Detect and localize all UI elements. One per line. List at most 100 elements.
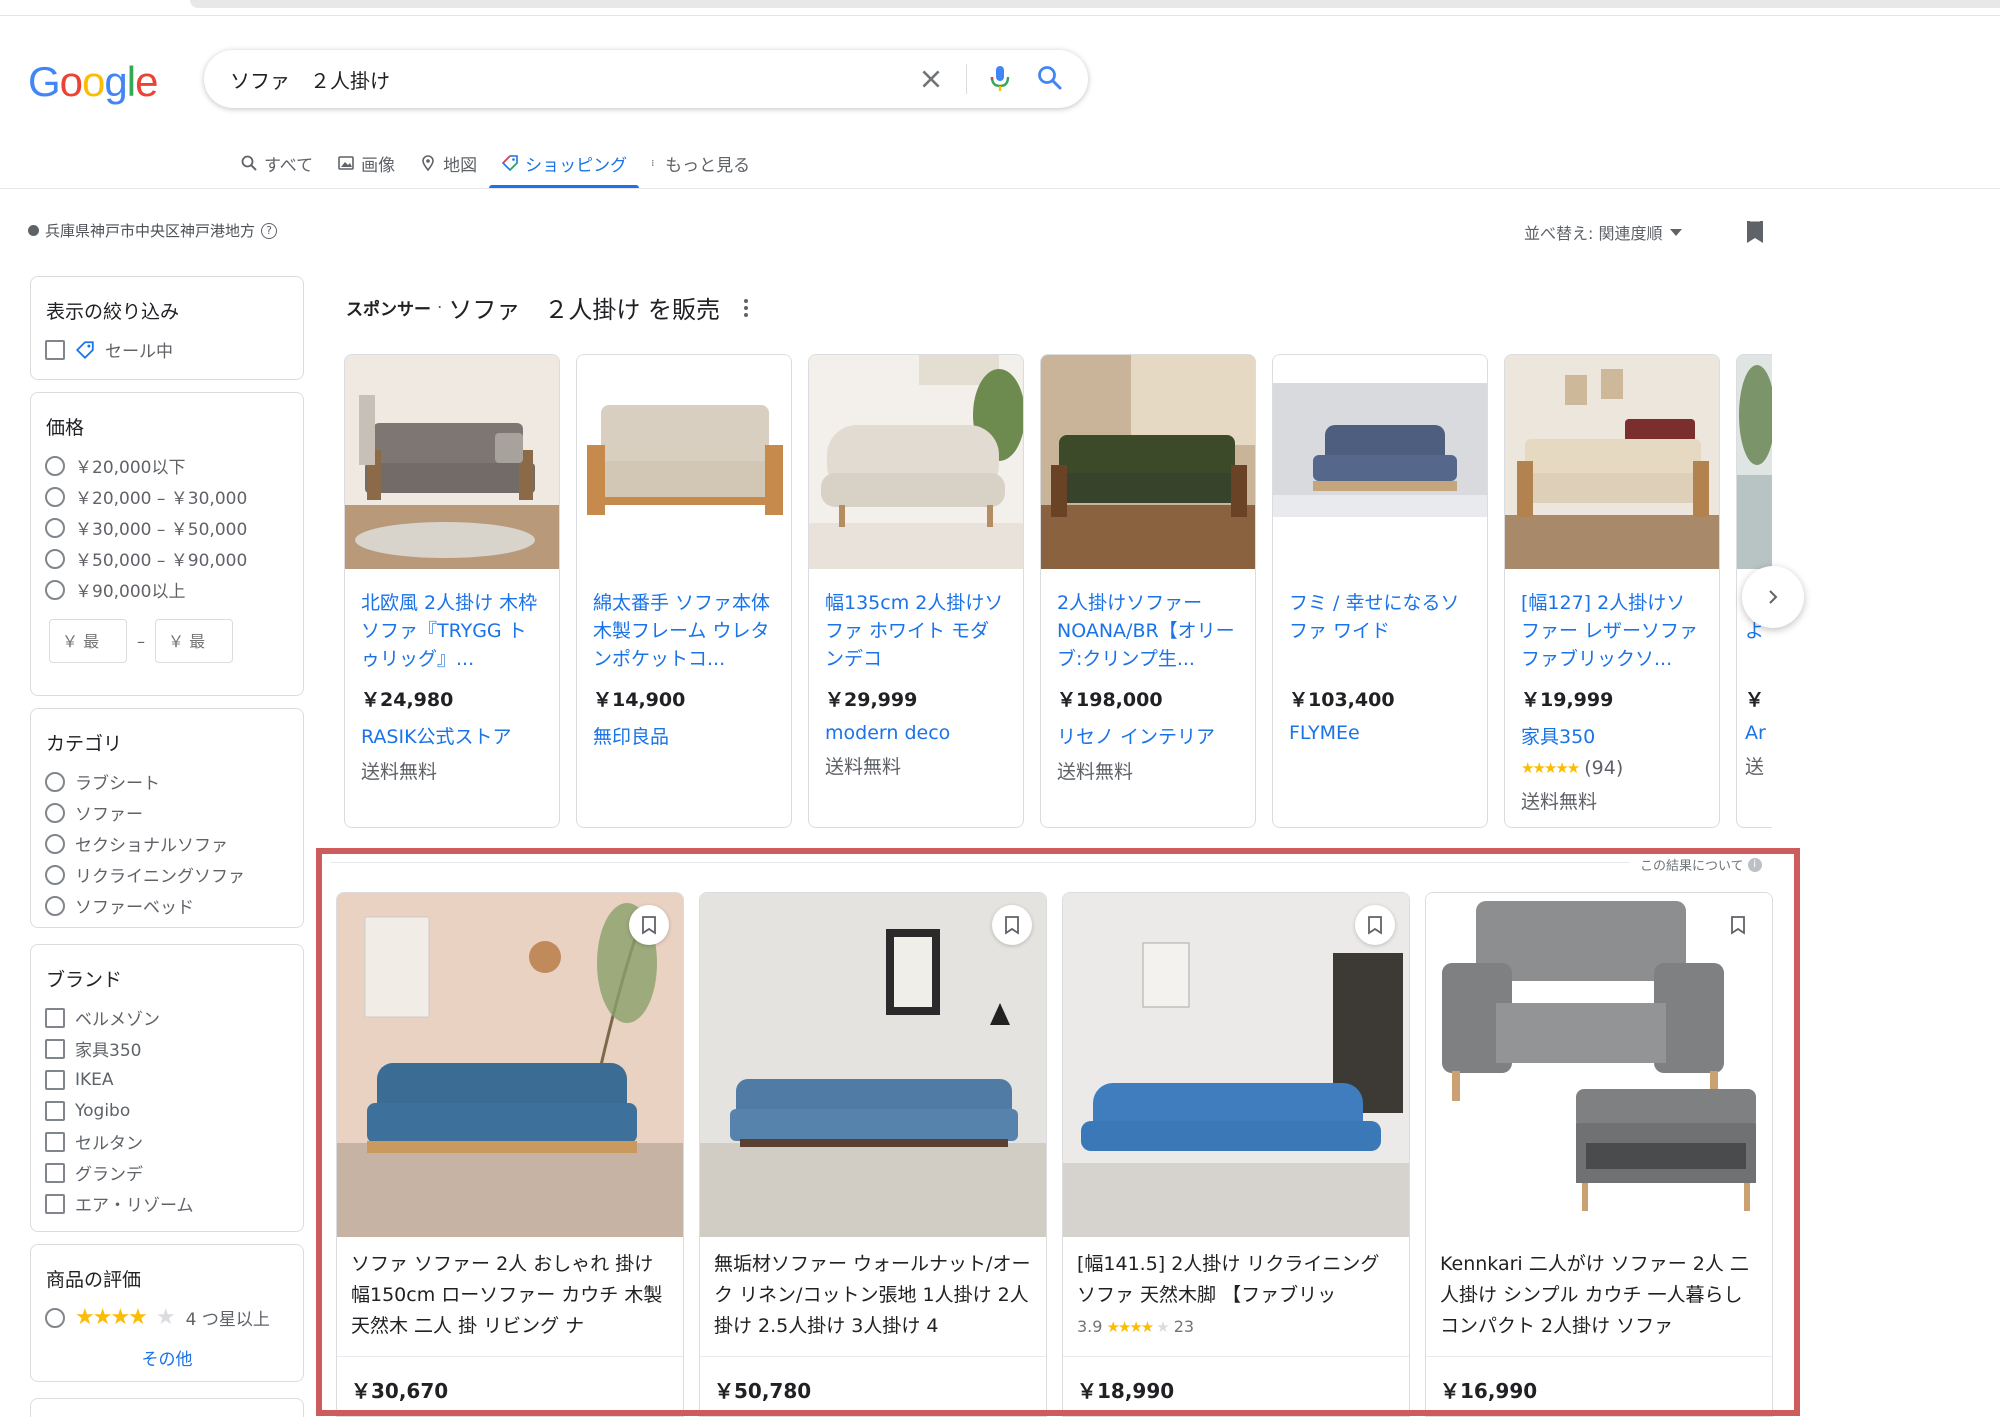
radio[interactable] bbox=[45, 833, 65, 854]
radio[interactable] bbox=[45, 517, 65, 538]
address-bar-edge bbox=[190, 0, 2000, 8]
product-image bbox=[1041, 355, 1255, 569]
category-option[interactable]: リクライニングソファ bbox=[31, 859, 303, 890]
radio[interactable] bbox=[45, 895, 65, 916]
category-option[interactable]: セクショナルソファ bbox=[31, 828, 303, 859]
search-icon[interactable] bbox=[1036, 64, 1064, 92]
radio[interactable] bbox=[45, 1307, 65, 1328]
price-option[interactable]: ￥90,000以上 bbox=[31, 574, 303, 605]
rating-title: 商品の評価 bbox=[46, 1269, 142, 1291]
category-label: ソファー bbox=[75, 805, 143, 825]
checkbox[interactable] bbox=[45, 1131, 65, 1152]
tag-icon bbox=[75, 340, 94, 359]
microphone-icon[interactable] bbox=[988, 64, 1012, 94]
search-tabs: すべて 画像 地図 ショッピング もっと見る bbox=[228, 142, 762, 190]
radio[interactable] bbox=[45, 802, 65, 823]
brand-option[interactable]: IKEA bbox=[31, 1064, 303, 1095]
sponsored-separator: · bbox=[437, 297, 443, 318]
sponsored-product-card[interactable]: 2人掛けソファー NOANA/BR【オリーブ:クリンプ生... ￥198,000… bbox=[1040, 354, 1256, 828]
price-option[interactable]: ￥20,000以下 bbox=[31, 450, 303, 481]
product-title[interactable]: [幅127] 2人掛けソファー レザーソファ ファブリックソ... bbox=[1521, 589, 1703, 673]
brand-option[interactable]: グランデ bbox=[31, 1157, 303, 1188]
search-icon bbox=[241, 155, 257, 171]
category-option[interactable]: ソファー bbox=[31, 797, 303, 828]
checkbox[interactable] bbox=[45, 1193, 65, 1214]
radio[interactable] bbox=[45, 455, 65, 476]
search-input[interactable] bbox=[230, 63, 890, 95]
brand-option[interactable]: セルタン bbox=[31, 1126, 303, 1157]
tab-label: もっと見る bbox=[665, 155, 751, 176]
google-logo[interactable]: Google bbox=[28, 58, 158, 106]
price-panel: 価格 ￥20,000以下 ￥20,000 – ￥30,000 ￥30,000 –… bbox=[30, 392, 304, 696]
brand-label: セルタン bbox=[75, 1134, 143, 1154]
sponsored-product-card[interactable]: フミ / 幸せになるソファ ワイド ￥103,400 FLYMEe bbox=[1272, 354, 1488, 828]
product-store[interactable]: 無印良品 bbox=[593, 722, 775, 749]
tab-shopping[interactable]: ショッピング bbox=[489, 142, 640, 188]
product-price: ￥198,000 bbox=[1057, 689, 1163, 711]
sponsored-product-card[interactable]: 綿太番手 ソファ本体 木製フレーム ウレタンポケットコ... ￥14,900 無… bbox=[576, 354, 792, 828]
category-panel: カテゴリ ラブシート ソファー セクショナルソファ リクライニングソファ ソファ… bbox=[30, 708, 304, 928]
product-store[interactable]: 家具350 bbox=[1521, 722, 1703, 749]
product-price: ￥29,999 bbox=[825, 689, 918, 711]
min-price-input[interactable] bbox=[49, 619, 127, 663]
sponsored-product-card[interactable]: 北欧風 2人掛け 木枠ソファ『TRYGG トゥリッグ』... ￥24,980 R… bbox=[344, 354, 560, 828]
checkbox[interactable] bbox=[45, 1069, 65, 1090]
clear-icon[interactable] bbox=[918, 66, 944, 92]
rating-count: (94) bbox=[1584, 757, 1624, 779]
radio[interactable] bbox=[45, 771, 65, 792]
filter-label: セール中 bbox=[105, 342, 173, 362]
price-option[interactable]: ￥50,000 – ￥90,000 bbox=[31, 543, 303, 574]
price-option[interactable]: ￥20,000 – ￥30,000 bbox=[31, 481, 303, 512]
rating-panel: 商品の評価 ★★★★ ★ 4 つ星以上 その他 bbox=[30, 1244, 304, 1382]
product-store[interactable]: FLYMEe bbox=[1289, 722, 1471, 744]
sponsored-product-card[interactable]: 幅135cm 2人掛けソファ ホワイト モダンデコ ￥29,999 modern… bbox=[808, 354, 1024, 828]
product-title[interactable]: 2人掛けソファー NOANA/BR【オリーブ:クリンプ生... bbox=[1057, 589, 1239, 673]
radio[interactable] bbox=[45, 864, 65, 885]
rating-more-link[interactable]: その他 bbox=[31, 1345, 303, 1370]
brand-panel: ブランド ベルメゾン 家具350 IKEA Yogibo セルタン グランデ エ… bbox=[30, 944, 304, 1232]
help-icon[interactable]: ? bbox=[261, 222, 278, 239]
category-label: ソファーベッド bbox=[75, 898, 194, 918]
radio[interactable] bbox=[45, 486, 65, 507]
brand-option[interactable]: Yogibo bbox=[31, 1095, 303, 1126]
brand-option[interactable]: エア・リゾーム bbox=[31, 1188, 303, 1219]
category-option[interactable]: ラブシート bbox=[31, 766, 303, 797]
rating-option[interactable]: ★★★★ ★ 4 つ星以上 bbox=[31, 1302, 303, 1333]
more-options-icon[interactable] bbox=[736, 294, 756, 322]
category-option[interactable]: ソファーベッド bbox=[31, 890, 303, 921]
product-title[interactable]: フミ / 幸せになるソファ ワイド bbox=[1289, 589, 1471, 673]
product-title[interactable]: 綿太番手 ソファ本体 木製フレーム ウレタンポケットコ... bbox=[593, 589, 775, 673]
checkbox[interactable] bbox=[45, 339, 65, 360]
product-price: ￥24,980 bbox=[361, 689, 454, 711]
checkbox[interactable] bbox=[45, 1038, 65, 1059]
brand-title: ブランド bbox=[46, 969, 123, 991]
product-title[interactable]: 北欧風 2人掛け 木枠ソファ『TRYGG トゥリッグ』... bbox=[361, 589, 543, 673]
brand-label: グランデ bbox=[75, 1165, 143, 1185]
max-price-input[interactable] bbox=[155, 619, 233, 663]
checkbox[interactable] bbox=[45, 1162, 65, 1183]
product-store[interactable]: RASIK公式ストア bbox=[361, 722, 543, 749]
tab-all[interactable]: すべて bbox=[228, 142, 325, 184]
tab-images[interactable]: 画像 bbox=[325, 142, 407, 184]
product-store[interactable]: modern deco bbox=[825, 722, 1007, 744]
carousel-next-button[interactable] bbox=[1742, 566, 1804, 628]
radio[interactable] bbox=[45, 548, 65, 569]
header-divider bbox=[0, 188, 2000, 189]
product-price-partial: ￥ bbox=[1745, 689, 1765, 711]
checkbox[interactable] bbox=[45, 1100, 65, 1121]
checkbox[interactable] bbox=[45, 1007, 65, 1028]
product-title[interactable]: 幅135cm 2人掛けソファ ホワイト モダンデコ bbox=[825, 589, 1007, 673]
brand-option[interactable]: 家具350 bbox=[31, 1033, 303, 1064]
product-image bbox=[1273, 355, 1487, 569]
sponsored-product-card[interactable]: [幅127] 2人掛けソファー レザーソファ ファブリックソ... ￥19,99… bbox=[1504, 354, 1720, 828]
saved-items-icon[interactable] bbox=[1744, 218, 1766, 246]
tab-maps[interactable]: 地図 bbox=[407, 142, 489, 184]
tab-more[interactable]: もっと見る bbox=[639, 142, 762, 184]
brand-option[interactable]: ベルメゾン bbox=[31, 1002, 303, 1033]
radio[interactable] bbox=[45, 579, 65, 600]
sort-dropdown[interactable]: 並べ替え: 関連度順 bbox=[1524, 220, 1683, 244]
product-store-partial[interactable]: Ar bbox=[1745, 722, 1772, 744]
product-store[interactable]: リセノ インテリア bbox=[1057, 722, 1239, 749]
price-option[interactable]: ￥30,000 – ￥50,000 bbox=[31, 512, 303, 543]
sale-filter[interactable]: セール中 bbox=[31, 334, 303, 365]
